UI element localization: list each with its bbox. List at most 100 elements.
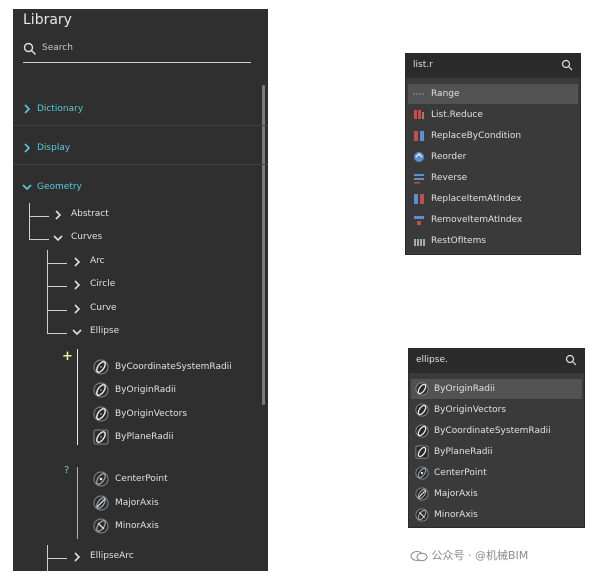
- result-label: RestOfItems: [431, 236, 487, 246]
- leaf-by-origin-vectors[interactable]: ByOriginVectors: [93, 406, 258, 424]
- search-icon: [23, 42, 36, 55]
- tree-node-label: Ellipse: [90, 326, 120, 336]
- chevron-right-icon: [74, 304, 81, 314]
- result-rest-of-items[interactable]: RestOfItems: [408, 231, 578, 251]
- leaf-label: ByCoordinateSystemRadii: [115, 362, 232, 372]
- leaf-minor-axis[interactable]: MinorAxis: [93, 518, 258, 536]
- result-label: MajorAxis: [434, 489, 478, 499]
- query-group-marker: ?: [64, 465, 70, 476]
- chevron-right-icon: [74, 552, 81, 562]
- create-group-marker: +: [62, 349, 73, 364]
- range-icon: [413, 93, 425, 95]
- result-label: ByOriginVectors: [434, 405, 507, 415]
- chevron-right-icon: [24, 104, 31, 114]
- search-input[interactable]: list.r: [406, 54, 580, 78]
- result-center-point[interactable]: CenterPoint: [411, 463, 582, 483]
- ellipse-icon: [415, 403, 429, 417]
- tree-connector: [47, 263, 67, 264]
- wechat-icon: [410, 551, 428, 562]
- ellipse-center-icon: [93, 471, 109, 487]
- result-label: List.Reduce: [431, 110, 483, 120]
- leaf-major-axis[interactable]: MajorAxis: [93, 495, 258, 513]
- rest-items-icon: [414, 239, 425, 246]
- chevron-down-icon: [72, 329, 82, 336]
- category-geometry[interactable]: Geometry: [22, 179, 252, 199]
- tree-node-label: Curve: [90, 303, 117, 313]
- result-major-axis[interactable]: MajorAxis: [411, 484, 582, 504]
- result-label: ReplaceItemAtIndex: [431, 194, 522, 204]
- result-by-plane-radii[interactable]: ByPlaneRadii: [411, 442, 582, 462]
- ellipse-icon: [93, 359, 109, 375]
- category-label: Geometry: [37, 182, 82, 192]
- watermark-text: 公众号 · @机械BIM: [431, 549, 529, 562]
- result-by-origin-vectors[interactable]: ByOriginVectors: [411, 400, 582, 420]
- leaf-label: ByOriginVectors: [115, 409, 188, 419]
- leaf-by-plane-radii[interactable]: ByPlaneRadii: [93, 429, 258, 447]
- tree-connector: [29, 216, 49, 217]
- chevron-right-icon: [74, 280, 81, 290]
- leaf-label: CenterPoint: [115, 474, 168, 484]
- result-reverse[interactable]: Reverse: [408, 168, 578, 188]
- search-icon: [565, 354, 577, 366]
- chevron-right-icon: [74, 257, 81, 267]
- result-label: ByOriginRadii: [434, 384, 495, 394]
- leaf-center-point[interactable]: CenterPoint: [93, 471, 258, 489]
- result-minor-axis[interactable]: MinorAxis: [411, 505, 582, 525]
- tree-node-label: Circle: [90, 279, 116, 289]
- ellipse-axis-icon: [415, 508, 429, 522]
- result-by-origin-radii[interactable]: ByOriginRadii: [411, 379, 582, 399]
- library-scrollbar[interactable]: [262, 85, 265, 405]
- result-range[interactable]: Range: [408, 84, 578, 104]
- result-list-reduce[interactable]: List.Reduce: [408, 105, 578, 125]
- query-group-bar: [77, 467, 78, 539]
- result-replace-by-condition[interactable]: ReplaceByCondition: [408, 126, 578, 146]
- leaf-label: MajorAxis: [115, 498, 159, 508]
- replace-index-icon: [414, 194, 424, 204]
- leaf-label: MinorAxis: [115, 521, 159, 531]
- replace-condition-icon: [414, 131, 424, 141]
- divider: [13, 125, 268, 126]
- result-remove-item-at-index[interactable]: RemoveItemAtIndex: [408, 210, 578, 230]
- ellipse-icon: [93, 429, 109, 445]
- tree-connector: [47, 286, 67, 287]
- result-label: ReplaceByCondition: [431, 131, 522, 141]
- search-input[interactable]: ellipse.: [409, 349, 584, 373]
- result-label: ByCoordinateSystemRadii: [434, 426, 551, 436]
- remove-index-icon: [414, 216, 424, 225]
- result-label: ByPlaneRadii: [434, 447, 493, 457]
- category-label: Dictionary: [37, 104, 84, 114]
- chevron-down-icon: [22, 184, 32, 191]
- ellipse-axis-icon: [415, 487, 429, 501]
- watermark: 公众号 · @机械BIM: [410, 547, 528, 563]
- tree-node-label: EllipseArc: [90, 551, 134, 561]
- reorder-icon: [414, 152, 424, 162]
- leaf-by-origin-radii[interactable]: ByOriginRadii: [93, 382, 258, 400]
- chevron-right-icon: [55, 210, 62, 220]
- reverse-icon: [414, 174, 424, 184]
- ellipse-axis-icon: [93, 495, 109, 511]
- tree-node-label: Abstract: [71, 209, 109, 219]
- search-query: list.r: [413, 60, 433, 70]
- ellipse-center-icon: [415, 466, 429, 480]
- category-dictionary[interactable]: Dictionary: [22, 101, 252, 121]
- result-by-coordinate-system-radii[interactable]: ByCoordinateSystemRadii: [411, 421, 582, 441]
- result-label: Reverse: [431, 173, 468, 183]
- category-display[interactable]: Display: [22, 140, 252, 160]
- leaf-by-coordinate-system-radii[interactable]: ByCoordinateSystemRadii: [93, 359, 258, 377]
- ellipse-icon: [415, 445, 429, 459]
- library-panel: Library Search Dictionary Display Geomet…: [13, 9, 268, 571]
- result-reorder[interactable]: Reorder: [408, 147, 578, 167]
- library-title: Library: [23, 12, 72, 28]
- result-label: CenterPoint: [434, 468, 487, 478]
- library-search-field[interactable]: Search: [23, 39, 251, 63]
- chevron-down-icon: [53, 235, 63, 242]
- result-replace-item-at-index[interactable]: ReplaceItemAtIndex: [408, 189, 578, 209]
- search-query: ellipse.: [416, 355, 448, 365]
- result-label: Range: [431, 89, 460, 99]
- create-group-bar: [77, 349, 78, 445]
- canvas: Library Search Dictionary Display Geomet…: [0, 0, 600, 579]
- ellipse-axis-icon: [93, 518, 109, 534]
- ellipse-icon: [93, 406, 109, 422]
- leaf-label: ByOriginRadii: [115, 385, 176, 395]
- ellipse-icon: [93, 382, 109, 398]
